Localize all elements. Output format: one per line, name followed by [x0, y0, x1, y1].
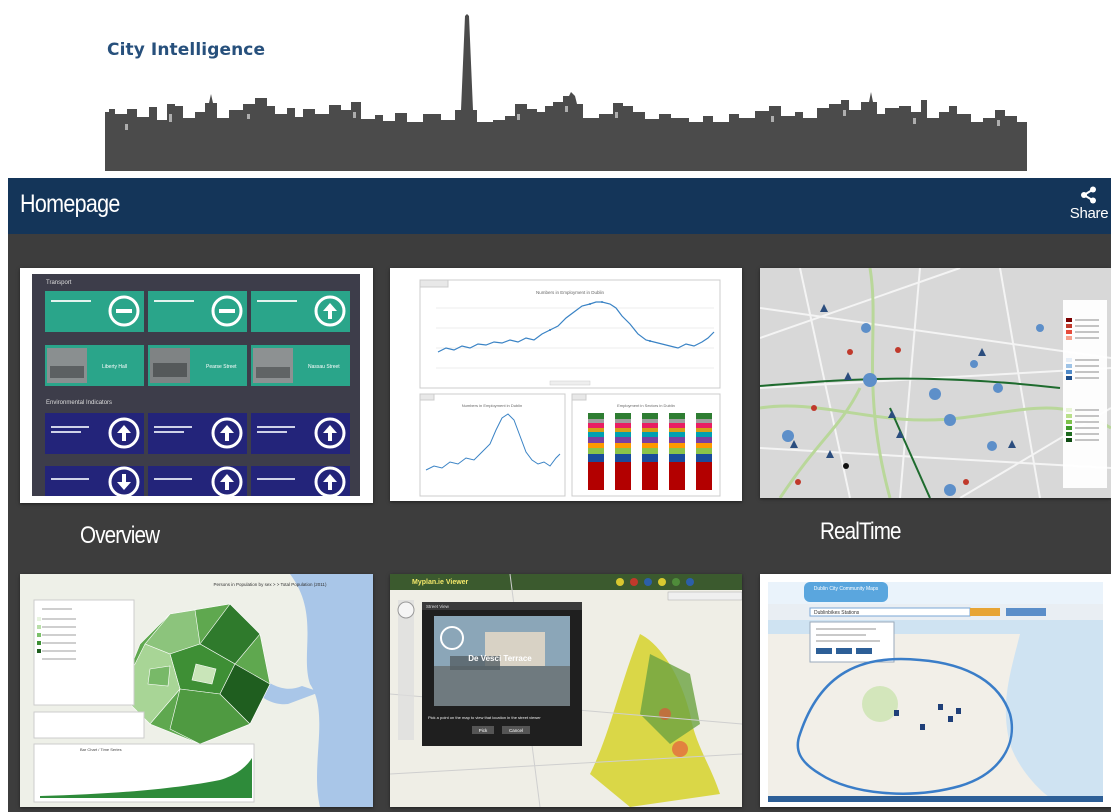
- stack-segment: [696, 423, 712, 428]
- stack-segment: [696, 432, 712, 437]
- stack-segment: [642, 454, 658, 462]
- street-name: De Vesci Terrace: [468, 654, 532, 663]
- chart-bl-title: Numbers in Employment in Dublin: [462, 403, 522, 408]
- cancel-button: Cancel: [509, 728, 523, 733]
- stack-segment: [669, 462, 685, 490]
- stack-segment: [669, 454, 685, 462]
- stack-segment: [669, 419, 685, 423]
- cam-label: Pearse Street: [206, 364, 237, 370]
- stack-segment: [696, 448, 712, 454]
- stack-segment: [615, 443, 631, 448]
- stack-segment: [696, 462, 712, 490]
- environment-heading: Environmental Indicators: [46, 400, 112, 406]
- stack-segment: [588, 443, 604, 448]
- tile-community-maps[interactable]: Dublin City Community Maps Dublinbikes S…: [760, 574, 1111, 807]
- stack-segment: [588, 462, 604, 490]
- tile-myplan[interactable]: Myplan.ie Viewer Street View De Vesci Te…: [390, 574, 742, 807]
- stack-segment: [588, 419, 604, 423]
- myplan-thumbnail: Myplan.ie Viewer Street View De Vesci Te…: [390, 574, 742, 807]
- streetview-popup-title: Street View: [426, 604, 450, 609]
- overview-thumbnail: Transport Liberty Hall Pearse Street Nas…: [20, 268, 373, 503]
- stack-segment: [588, 428, 604, 432]
- stack-segment: [669, 448, 685, 454]
- stack-segment: [588, 448, 604, 454]
- stack-segment: [615, 423, 631, 428]
- transport-heading: Transport: [46, 280, 72, 286]
- tile-population[interactable]: Persons in Population by sex > > Total P…: [20, 574, 373, 807]
- stack-segment: [669, 413, 685, 419]
- myplan-app-title: Myplan.ie Viewer: [412, 579, 469, 586]
- employment-thumbnail: Numbers in Employment in Dublin Numbers …: [390, 268, 742, 501]
- stack-segment: [588, 454, 604, 462]
- tile-overview[interactable]: Transport Liberty Hall Pearse Street Nas…: [20, 268, 373, 503]
- community-maps-thumbnail: Dublin City Community Maps Dublinbikes S…: [760, 574, 1111, 807]
- cam-label: Liberty Hall: [102, 364, 127, 370]
- stack-segment: [615, 432, 631, 437]
- bar-chart-title: Bar Chart / Time Series: [80, 747, 122, 752]
- realtime-map-thumbnail: [760, 268, 1111, 498]
- titlebar: Homepage Share: [8, 178, 1111, 234]
- community-search-value: Dublinbikes Stations: [814, 610, 860, 616]
- stack-segment: [669, 443, 685, 448]
- chart-top-title: Numbers in Employment in Dublin: [536, 290, 605, 295]
- pick-button: Pick: [479, 728, 488, 733]
- stack-segment: [696, 437, 712, 443]
- stack-segment: [669, 432, 685, 437]
- stack-segment: [642, 443, 658, 448]
- stack-segment: [696, 413, 712, 419]
- stack-segment: [642, 423, 658, 428]
- stack-segment: [588, 437, 604, 443]
- share-icon: [1067, 186, 1111, 204]
- share-label: Share: [1069, 205, 1109, 222]
- stack-segment: [642, 437, 658, 443]
- stack-segment: [615, 413, 631, 419]
- stack-segment: [642, 428, 658, 432]
- streetview-hint: Pick a point on the map to view that loc…: [428, 715, 541, 720]
- stack-segment: [615, 448, 631, 454]
- stack-segment: [696, 454, 712, 462]
- tile-realtime[interactable]: [760, 268, 1111, 498]
- chart-br-title: Employment in Sectors in Dublin: [617, 403, 675, 408]
- tile-employment[interactable]: Numbers in Employment in Dublin Numbers …: [390, 268, 742, 501]
- tile-label-overview[interactable]: Overview: [80, 522, 160, 550]
- stack-segment: [696, 443, 712, 448]
- share-button[interactable]: Share: [1067, 186, 1111, 223]
- page-title: Homepage: [20, 190, 120, 218]
- stack-segment: [615, 437, 631, 443]
- stack-segment: [642, 432, 658, 437]
- stack-segment: [696, 428, 712, 432]
- skyline-logo: [105, 14, 1027, 171]
- stack-segment: [669, 437, 685, 443]
- stack-segment: [615, 462, 631, 490]
- tile-gallery: Transport Liberty Hall Pearse Street Nas…: [8, 234, 1111, 812]
- stack-segment: [615, 454, 631, 462]
- stack-segment: [642, 419, 658, 423]
- stack-segment: [615, 428, 631, 432]
- population-map-title: Persons in Population by sex > > Total P…: [214, 582, 327, 587]
- stack-segment: [642, 413, 658, 419]
- stack-segment: [588, 432, 604, 437]
- stack-segment: [669, 423, 685, 428]
- stack-segment: [588, 413, 604, 419]
- stack-segment: [696, 419, 712, 423]
- population-map-thumbnail: Persons in Population by sex > > Total P…: [20, 574, 373, 807]
- community-brand: Dublin City Community Maps: [814, 586, 879, 592]
- stack-segment: [669, 428, 685, 432]
- stack-segment: [642, 448, 658, 454]
- stack-segment: [615, 419, 631, 423]
- tile-label-realtime[interactable]: RealTime: [820, 518, 902, 546]
- stack-segment: [588, 423, 604, 428]
- cam-label: Nassau Street: [308, 364, 340, 370]
- stack-segment: [642, 462, 658, 490]
